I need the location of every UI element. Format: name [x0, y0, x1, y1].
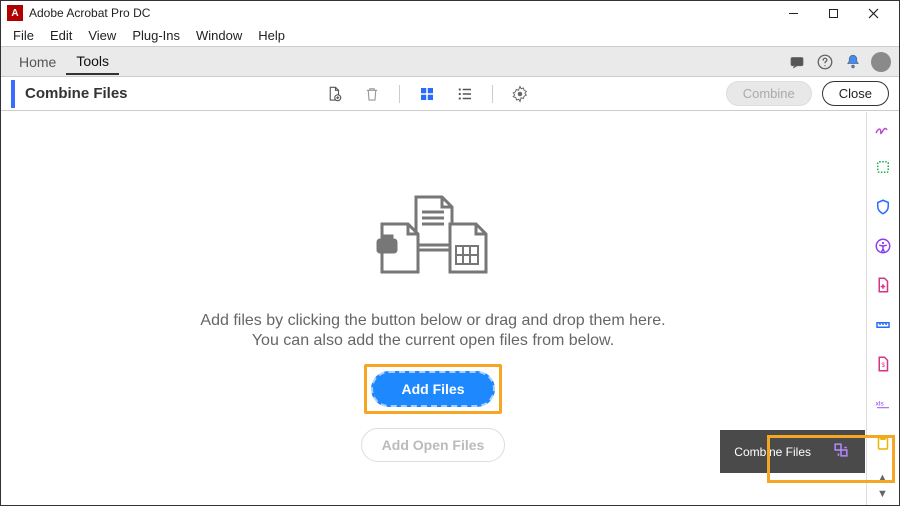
tool-rail: $ xls ▲ ▼ — [866, 112, 898, 505]
minimize-button[interactable] — [773, 1, 813, 25]
invoice-icon[interactable]: $ — [871, 353, 895, 376]
help-icon[interactable] — [811, 48, 839, 76]
bell-icon[interactable] — [839, 48, 867, 76]
accessibility-icon[interactable] — [871, 234, 895, 257]
tab-tools[interactable]: Tools — [66, 49, 119, 75]
menu-window[interactable]: Window — [188, 26, 250, 45]
menu-edit[interactable]: Edit — [42, 26, 80, 45]
tooltip-label: Combine Files — [734, 445, 811, 459]
app-icon: A — [7, 5, 23, 21]
title-bar: A Adobe Acrobat Pro DC — [1, 1, 899, 25]
trash-icon[interactable] — [357, 79, 387, 109]
combine-toolbar: Combine Files Combine Close — [1, 77, 899, 111]
settings-icon[interactable] — [505, 79, 535, 109]
menu-view[interactable]: View — [80, 26, 124, 45]
add-files-button[interactable]: Add Files — [371, 371, 494, 407]
menu-file[interactable]: File — [5, 26, 42, 45]
window-title: Adobe Acrobat Pro DC — [29, 6, 773, 20]
tab-strip: Home Tools — [1, 47, 899, 77]
grid-view-icon[interactable] — [412, 79, 442, 109]
list-view-icon[interactable] — [450, 79, 480, 109]
tab-home[interactable]: Home — [9, 50, 66, 74]
tool-title: Combine Files — [25, 85, 128, 102]
close-tool-button[interactable]: Close — [822, 81, 889, 106]
menu-plugins[interactable]: Plug-Ins — [124, 26, 188, 45]
menu-bar: File Edit View Plug-Ins Window Help — [1, 25, 899, 47]
svg-text:xls: xls — [875, 400, 884, 407]
notifications-icon[interactable] — [783, 48, 811, 76]
tool-indicator — [11, 80, 15, 108]
rail-scroll-down[interactable]: ▼ — [873, 487, 893, 501]
add-file-icon[interactable] — [319, 79, 349, 109]
maximize-button[interactable] — [813, 1, 853, 25]
rail-scroll-up[interactable]: ▲ — [873, 471, 893, 485]
stamp-icon[interactable] — [871, 155, 895, 178]
hint-line-2: You can also add the current open files … — [252, 332, 614, 350]
tag-xls-icon[interactable]: xls — [871, 392, 895, 415]
shield-icon[interactable] — [871, 195, 895, 218]
add-open-files-button[interactable]: Add Open Files — [361, 428, 506, 462]
combine-button[interactable]: Combine — [726, 81, 812, 106]
files-illustration-icon — [358, 182, 508, 292]
hint-line-1: Add files by clicking the button below o… — [200, 312, 665, 330]
highlight-add-files: Add Files — [364, 364, 501, 414]
clipboard-icon[interactable] — [871, 432, 895, 455]
svg-text:$: $ — [881, 363, 885, 369]
combine-files-tooltip: Combine Files — [720, 430, 865, 473]
measure-icon[interactable] — [871, 313, 895, 336]
menu-help[interactable]: Help — [250, 26, 293, 45]
combine-icon — [831, 440, 851, 463]
profile-avatar[interactable] — [871, 52, 891, 72]
close-window-button[interactable] — [853, 1, 893, 25]
signature-icon[interactable] — [871, 116, 895, 139]
file-plus-icon[interactable] — [871, 274, 895, 297]
